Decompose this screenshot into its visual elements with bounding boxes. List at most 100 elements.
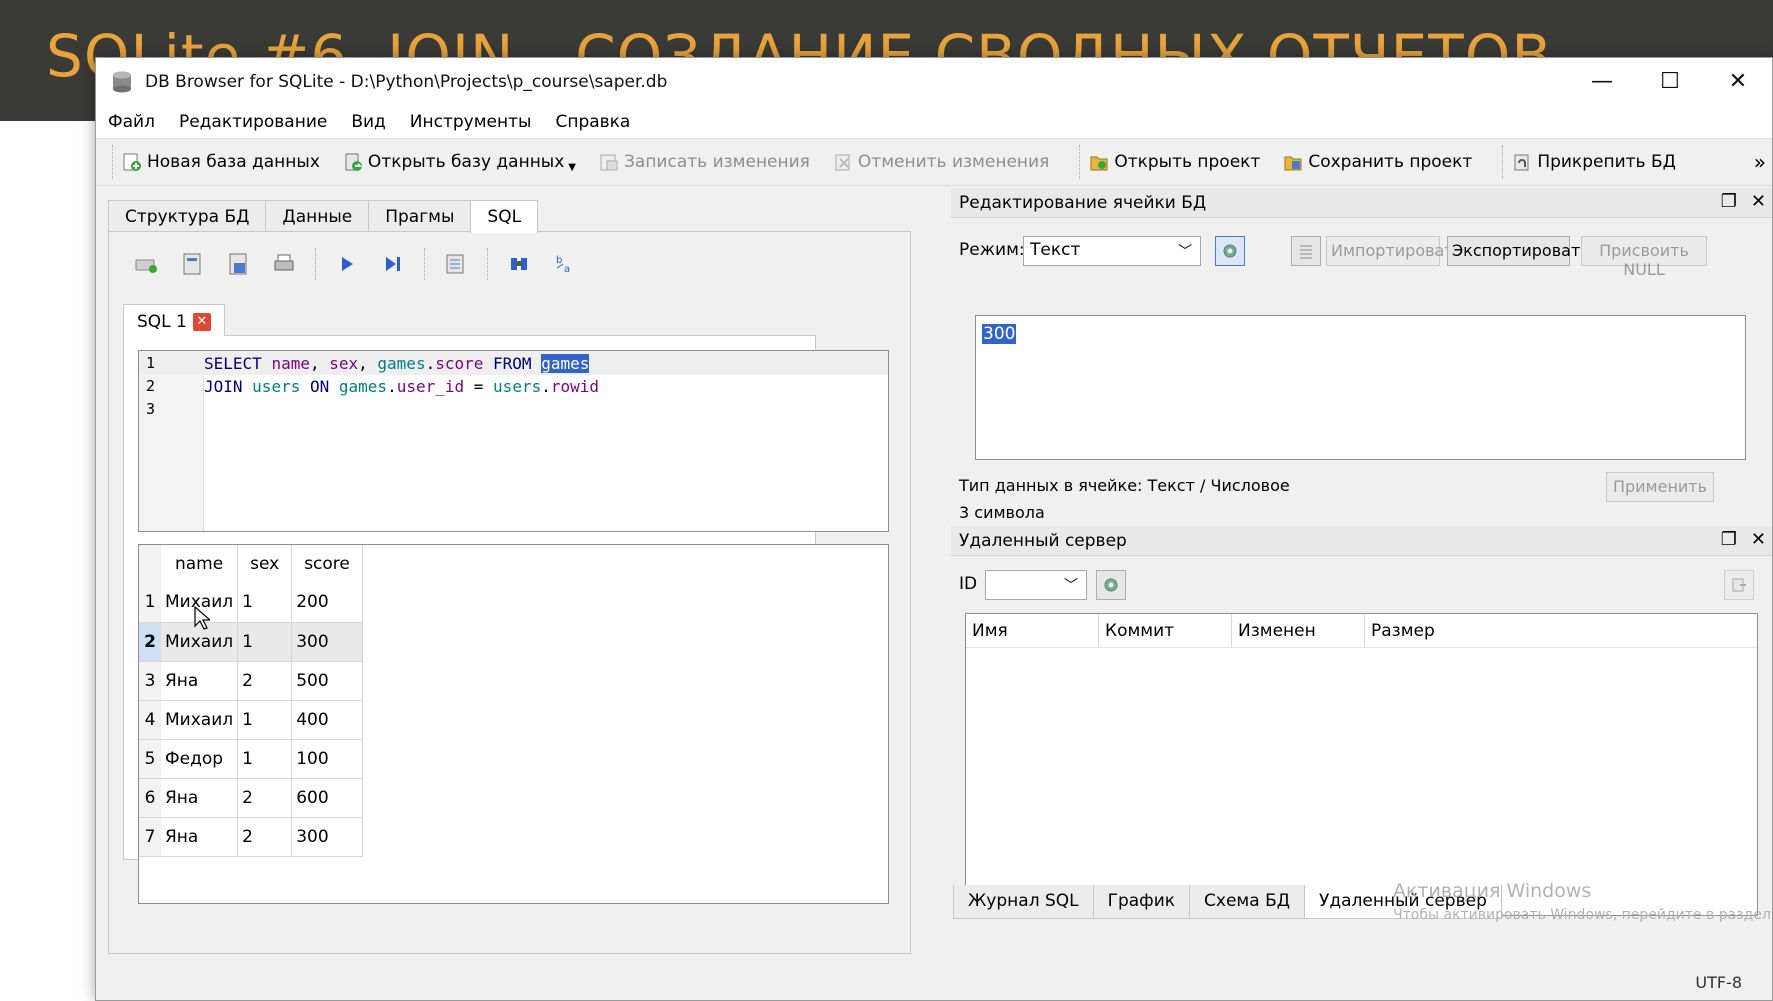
table-row[interactable]: 5 Федор 1 100 <box>139 739 363 779</box>
cell-sex[interactable]: 1 <box>237 622 293 662</box>
revert-changes-button[interactable]: Отменить изменения <box>832 151 1049 173</box>
title-bar[interactable]: DB Browser for SQLite - D:\Python\Projec… <box>96 58 1772 105</box>
cell-score[interactable]: 600 <box>291 778 363 818</box>
word-wrap-button[interactable] <box>1291 236 1321 266</box>
open-tab-icon[interactable] <box>131 249 161 279</box>
main-tabs: Структура БД Данные Прагмы SQL <box>108 200 911 233</box>
row-number[interactable]: 1 <box>139 583 161 623</box>
find-replace-icon[interactable]: ba <box>550 249 580 279</box>
cell-name[interactable]: Яна <box>161 817 239 857</box>
execute-all-icon[interactable] <box>332 249 362 279</box>
save-project-button[interactable]: Сохранить проект <box>1282 151 1472 173</box>
identity-settings-button[interactable] <box>1096 570 1126 600</box>
mode-select[interactable]: Текст ﹀ <box>1023 236 1201 266</box>
row-number[interactable]: 2 <box>139 622 161 662</box>
apply-button[interactable]: Применить <box>1606 472 1714 502</box>
row-number[interactable]: 4 <box>139 700 161 740</box>
column-header-size[interactable]: Размер <box>1365 614 1757 647</box>
attach-database-button[interactable]: Прикрепить БД <box>1511 151 1676 173</box>
open-project-button[interactable]: Открыть проект <box>1088 151 1260 173</box>
tab-sql[interactable]: SQL <box>470 200 539 233</box>
cell-score[interactable]: 100 <box>291 739 363 779</box>
table-row[interactable]: 3 Яна 2 500 <box>139 661 363 701</box>
row-number[interactable]: 7 <box>139 817 161 857</box>
cell-sex[interactable]: 2 <box>237 817 293 857</box>
open-database-button[interactable]: Открыть базу данных ▼ <box>342 151 576 173</box>
close-icon[interactable]: ✕ <box>1751 529 1766 550</box>
save-results-icon[interactable] <box>441 249 471 279</box>
column-header-commit[interactable]: Коммит <box>1099 614 1232 647</box>
cell-sex[interactable]: 1 <box>237 700 293 740</box>
write-changes-button[interactable]: Записать изменения <box>598 151 810 173</box>
open-sql-file-icon[interactable] <box>177 249 207 279</box>
push-database-button[interactable] <box>1724 570 1754 600</box>
cell-score[interactable]: 500 <box>291 661 363 701</box>
cell-sex[interactable]: 1 <box>237 583 293 623</box>
close-window-button[interactable]: ✕ <box>1704 58 1772 105</box>
edit-cell-header: Редактирование ячейки БД ❐ ✕ <box>951 188 1772 218</box>
cell-name[interactable]: Яна <box>161 778 239 818</box>
new-database-button[interactable]: Новая база данных <box>121 151 320 173</box>
cell-sex[interactable]: 2 <box>237 778 293 818</box>
undock-icon[interactable]: ❐ <box>1721 191 1737 212</box>
save-sql-file-icon[interactable] <box>223 249 253 279</box>
row-number[interactable]: 3 <box>139 661 161 701</box>
table-row[interactable]: 1 Михаил 1 200 <box>139 583 363 623</box>
export-button[interactable]: Экспортировать <box>1447 236 1590 266</box>
tab-pragmas[interactable]: Прагмы <box>368 200 472 232</box>
row-number[interactable]: 5 <box>139 739 161 779</box>
table-row[interactable]: 2 Михаил 1 300 <box>139 622 363 662</box>
tab-sql-log[interactable]: Журнал SQL <box>953 885 1094 919</box>
tab-db-schema[interactable]: Схема БД <box>1189 885 1306 919</box>
undock-icon[interactable]: ❐ <box>1721 529 1737 550</box>
minimize-button[interactable]: — <box>1568 58 1636 105</box>
identity-select[interactable]: ﹀ <box>985 570 1087 600</box>
auto-switch-mode-button[interactable] <box>1215 236 1245 266</box>
column-header-modified[interactable]: Изменен <box>1232 614 1365 647</box>
cell-name[interactable]: Яна <box>161 661 239 701</box>
cell-score[interactable]: 400 <box>291 700 363 740</box>
toolbar-overflow-button[interactable]: » <box>1754 150 1766 174</box>
print-icon[interactable] <box>269 249 299 279</box>
tab-plot[interactable]: График <box>1092 885 1191 919</box>
tab-database-structure[interactable]: Структура БД <box>108 200 267 232</box>
table-row[interactable]: 4 Михаил 1 400 <box>139 700 363 740</box>
revert-changes-label: Отменить изменения <box>857 152 1050 172</box>
column-header-sex[interactable]: sex <box>237 545 293 583</box>
revert-changes-icon <box>835 154 850 171</box>
cell-score[interactable]: 300 <box>291 622 363 662</box>
cell-name[interactable]: Федор <box>161 739 239 779</box>
menu-view[interactable]: Вид <box>351 112 385 132</box>
menu-help[interactable]: Справка <box>555 112 630 132</box>
menu-edit[interactable]: Редактирование <box>179 112 327 132</box>
remote-files-table[interactable]: Имя Коммит Изменен Размер <box>965 613 1758 916</box>
maximize-button[interactable]: ☐ <box>1636 58 1704 105</box>
set-null-button[interactable]: Присвоить NULL <box>1581 236 1707 279</box>
sql-editor[interactable]: 1 SELECT name, sex, games.score FROM gam… <box>138 350 889 532</box>
results-grid[interactable]: name sex score 1 Михаил 1 200 2 Михаил 1 300 3… <box>138 544 889 904</box>
cell-score[interactable]: 200 <box>291 583 363 623</box>
cell-sex[interactable]: 1 <box>237 739 293 779</box>
corner-header[interactable] <box>139 545 161 583</box>
execute-line-icon[interactable] <box>378 249 408 279</box>
code-line: 2 JOIN users ON games.user_id = users.ro… <box>139 374 888 398</box>
close-icon[interactable]: ✕ <box>192 313 211 331</box>
menu-file[interactable]: Файл <box>108 112 155 132</box>
column-header-score[interactable]: score <box>291 545 363 583</box>
row-number[interactable]: 6 <box>139 778 161 818</box>
editor-tab-sql1[interactable]: SQL 1 ✕ <box>123 304 225 336</box>
table-row[interactable]: 7 Яна 2 300 <box>139 817 363 857</box>
import-button[interactable]: Импортировать <box>1326 236 1463 266</box>
menu-tools[interactable]: Инструменты <box>410 112 532 132</box>
find-icon[interactable] <box>504 249 534 279</box>
tab-browse-data[interactable]: Данные <box>265 200 370 232</box>
column-header-name[interactable]: name <box>161 545 239 583</box>
column-header-name[interactable]: Имя <box>966 614 1099 647</box>
cell-sex[interactable]: 2 <box>237 661 293 701</box>
cell-score[interactable]: 300 <box>291 817 363 857</box>
chevron-down-icon[interactable]: ▼ <box>568 162 576 173</box>
close-icon[interactable]: ✕ <box>1751 191 1766 212</box>
cell-name[interactable]: Михаил <box>161 700 239 740</box>
cell-value-editor[interactable]: 300 <box>975 315 1746 460</box>
table-row[interactable]: 6 Яна 2 600 <box>139 778 363 818</box>
